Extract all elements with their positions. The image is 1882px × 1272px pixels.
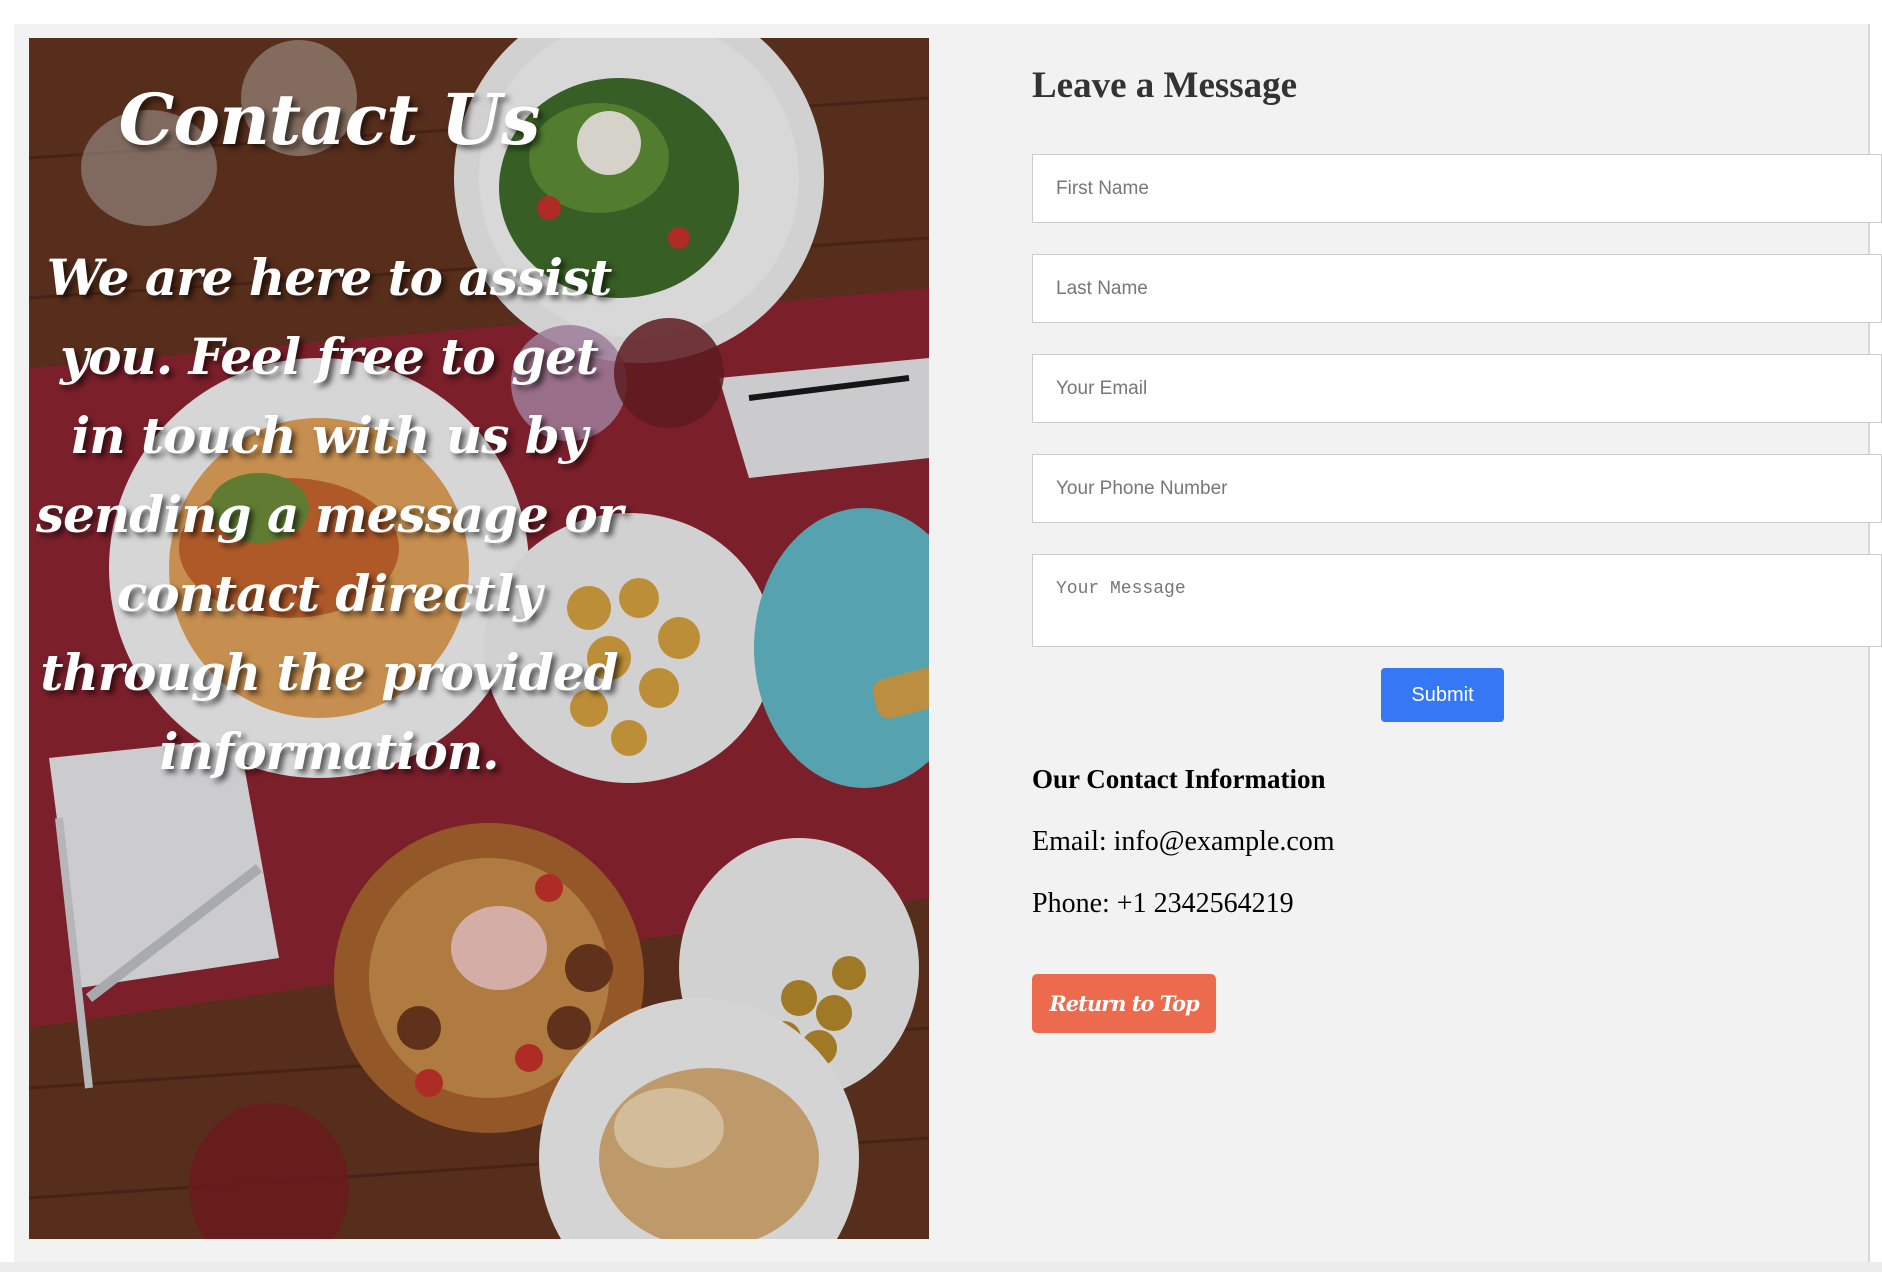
form-heading: Leave a Message [1032, 65, 1298, 106]
email-input[interactable] [1032, 354, 1882, 423]
contact-phone-text: Phone: +1 2342564219 [1032, 888, 1294, 919]
submit-button[interactable]: Submit [1381, 668, 1504, 722]
phone-input[interactable] [1032, 454, 1882, 523]
hero-title: Contact Us [118, 78, 541, 161]
message-textarea[interactable] [1032, 554, 1882, 647]
hero-tagline: We are here to assist you. Feel free to … [35, 248, 623, 781]
first-name-input[interactable] [1032, 154, 1882, 223]
hero-section: Contact Us We are here to assist you. Fe… [29, 38, 929, 1239]
window-bottom-edge [0, 1262, 1882, 1272]
contact-email-text: Email: info@example.com [1032, 826, 1335, 857]
last-name-input[interactable] [1032, 254, 1882, 323]
contact-info-heading: Our Contact Information [1032, 764, 1326, 794]
return-to-top-button[interactable]: Return to Top [1032, 974, 1216, 1033]
